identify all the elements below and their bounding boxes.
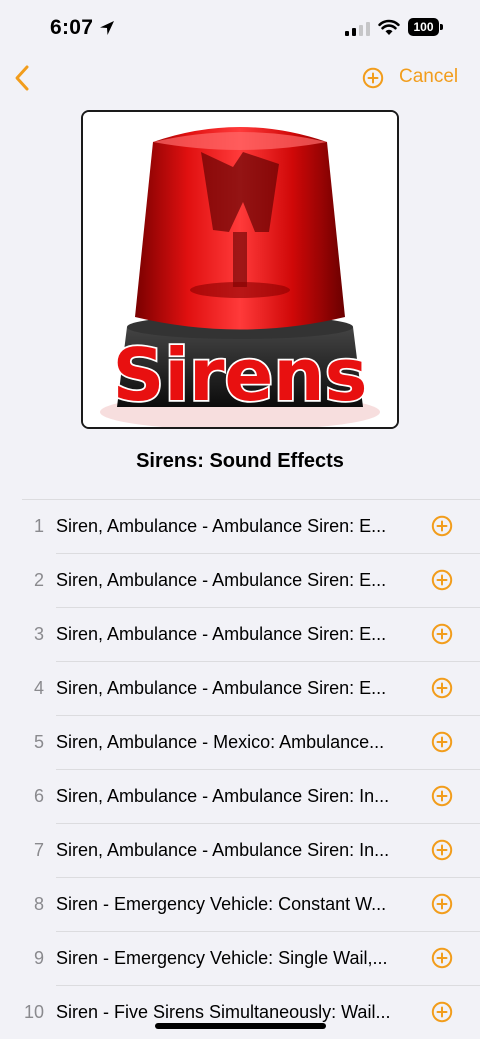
- track-row[interactable]: 4 Siren, Ambulance - Ambulance Siren: E..…: [0, 661, 480, 715]
- track-number: 9: [33, 948, 44, 968]
- track-title: Siren, Ambulance - Ambulance Siren: E...: [56, 570, 387, 590]
- row-separator: [56, 661, 480, 662]
- track-number: 3: [33, 624, 44, 644]
- track-number: 8: [33, 894, 44, 914]
- add-track-icon[interactable]: [431, 893, 453, 915]
- track-row[interactable]: 6 Siren, Ambulance - Ambulance Siren: In.…: [0, 769, 480, 823]
- status-time: 6:07: [50, 16, 94, 39]
- add-track-icon[interactable]: [431, 785, 453, 807]
- track-number: 4: [33, 678, 44, 698]
- add-track-icon[interactable]: [431, 677, 453, 699]
- track-row[interactable]: 9 Siren - Emergency Vehicle: Single Wail,…: [0, 931, 480, 985]
- track-row[interactable]: 7 Siren, Ambulance - Ambulance Siren: In.…: [0, 823, 480, 877]
- artwork-label: Sirens: [113, 333, 368, 417]
- back-chevron-icon[interactable]: [10, 62, 34, 94]
- row-separator: [22, 499, 480, 500]
- row-separator: [56, 607, 480, 608]
- cellular-signal-icon: [345, 22, 370, 36]
- track-title: Siren, Ambulance - Ambulance Siren: E...: [56, 678, 387, 698]
- siren-light-image: Sirens: [83, 112, 397, 427]
- add-track-icon[interactable]: [431, 947, 453, 969]
- add-track-icon[interactable]: [431, 515, 453, 537]
- home-indicator[interactable]: [155, 1023, 326, 1029]
- track-row[interactable]: 5 Siren, Ambulance - Mexico: Ambulance...: [0, 715, 480, 769]
- track-row[interactable]: 2 Siren, Ambulance - Ambulance Siren: E..…: [0, 553, 480, 607]
- track-row[interactable]: 3 Siren, Ambulance - Ambulance Siren: E..…: [0, 607, 480, 661]
- track-number: 1: [33, 516, 44, 536]
- location-arrow-icon: [100, 21, 114, 35]
- track-title: Siren, Ambulance - Ambulance Siren: In..…: [56, 786, 390, 806]
- battery-icon: 100: [408, 18, 444, 36]
- row-separator: [56, 985, 480, 986]
- track-title: Siren, Ambulance - Mexico: Ambulance...: [56, 732, 385, 752]
- row-separator: [56, 553, 480, 554]
- album-title: Sirens: Sound Effects: [136, 450, 344, 472]
- album-artwork: Sirens: [81, 110, 399, 429]
- track-title: Siren, Ambulance - Ambulance Siren: In..…: [56, 840, 390, 860]
- track-title: Siren - Emergency Vehicle: Single Wail,.…: [56, 948, 388, 968]
- track-title: Siren, Ambulance - Ambulance Siren: E...: [56, 516, 387, 536]
- track-number: 7: [33, 840, 44, 860]
- track-title: Siren - Emergency Vehicle: Constant W...: [56, 894, 387, 914]
- status-bar: 6:07 100: [0, 0, 480, 56]
- track-list: 1 Siren, Ambulance - Ambulance Siren: E..…: [0, 499, 480, 1039]
- track-row[interactable]: 8 Siren - Emergency Vehicle: Constant W..…: [0, 877, 480, 931]
- track-number: 5: [33, 732, 44, 752]
- track-title: Siren, Ambulance - Ambulance Siren: E...: [56, 624, 387, 644]
- track-row[interactable]: 10 Siren - Five Sirens Simultaneously: Wa…: [0, 985, 480, 1039]
- add-track-icon[interactable]: [431, 839, 453, 861]
- add-track-icon[interactable]: [431, 569, 453, 591]
- add-all-icon[interactable]: [362, 67, 384, 89]
- track-row[interactable]: 1 Siren, Ambulance - Ambulance Siren: E..…: [0, 499, 480, 553]
- add-track-icon[interactable]: [431, 731, 453, 753]
- battery-level: 100: [408, 18, 439, 36]
- add-track-icon[interactable]: [431, 1001, 453, 1023]
- wifi-icon: [378, 19, 400, 35]
- track-number: 2: [33, 570, 44, 590]
- track-title: Siren - Five Sirens Simultaneously: Wail…: [56, 1002, 391, 1022]
- cancel-button[interactable]: Cancel: [399, 66, 458, 88]
- row-separator: [56, 931, 480, 932]
- add-track-icon[interactable]: [431, 623, 453, 645]
- row-separator: [56, 877, 480, 878]
- track-number: 6: [33, 786, 44, 806]
- row-separator: [56, 823, 480, 824]
- row-separator: [56, 769, 480, 770]
- row-separator: [56, 715, 480, 716]
- track-number: 10: [23, 1002, 44, 1022]
